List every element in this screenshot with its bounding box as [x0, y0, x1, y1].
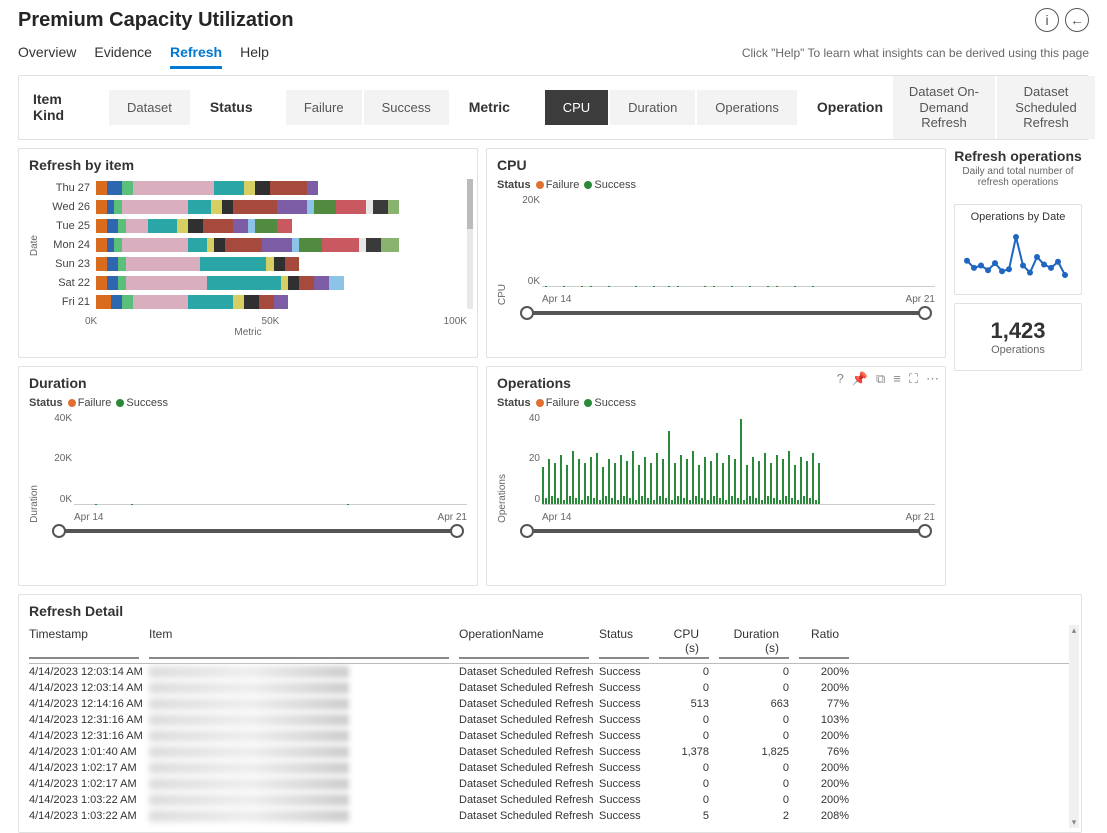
rbi-x-axis-title: Metric — [29, 327, 467, 338]
more-icon[interactable]: ⋯ — [926, 371, 939, 387]
col-timestamp[interactable]: Timestamp — [29, 627, 139, 659]
rbi-xtick-1: 50K — [262, 316, 280, 327]
dot-failure-icon — [536, 399, 544, 407]
side-title: Refresh operations — [954, 148, 1082, 164]
refresh-by-item-title: Refresh by item — [29, 157, 467, 173]
duration-chart[interactable] — [74, 413, 467, 505]
kpi-label: Operations — [961, 344, 1075, 356]
table-row[interactable]: 4/14/2023 1:02:17 AMDataset Scheduled Re… — [29, 760, 1071, 776]
rbi-chart[interactable]: Thu 27Wed 26Tue 25Mon 24Sun 23Sat 22Fri … — [40, 179, 484, 312]
dot-success-icon — [584, 399, 592, 407]
col-duration[interactable]: Duration (s) — [719, 627, 789, 659]
slicer-scheduled[interactable]: Dataset Scheduled Refresh — [997, 76, 1097, 139]
rbi-xtick-2: 100K — [444, 316, 467, 327]
kpi-value: 1,423 — [961, 318, 1075, 344]
focus-icon[interactable]: ⛶ — [909, 371, 918, 387]
detail-header: Timestamp Item OperationName Status CPU … — [29, 625, 1071, 664]
tab-help[interactable]: Help — [240, 36, 269, 69]
page-title: Premium Capacity Utilization — [18, 9, 294, 32]
card-refresh-detail: Refresh Detail Timestamp Item OperationN… — [18, 594, 1082, 833]
slicer-failure[interactable]: Failure — [286, 90, 364, 125]
cpu-title: CPU — [497, 157, 935, 173]
nav-tabs: Overview Evidence Refresh Help — [18, 36, 269, 69]
dot-success-icon — [584, 181, 592, 189]
cpu-y-title: CPU — [497, 254, 508, 305]
detail-title: Refresh Detail — [29, 603, 1071, 619]
slicer-duration[interactable]: Duration — [610, 90, 697, 125]
ops-sparkline[interactable] — [961, 231, 1071, 281]
table-row[interactable]: 4/14/2023 1:01:40 AMDataset Scheduled Re… — [29, 744, 1071, 760]
table-row[interactable]: 4/14/2023 12:03:14 AMDataset Scheduled R… — [29, 680, 1071, 696]
slicer-dataset[interactable]: Dataset — [109, 90, 192, 125]
rbi-xtick-0: 0K — [85, 316, 97, 327]
slicer-operation-label: Operation — [803, 89, 893, 125]
card-kpi-ops: 1,423 Operations — [954, 303, 1082, 371]
tab-overview[interactable]: Overview — [18, 36, 76, 69]
rbi-y-axis-title: Date — [29, 235, 40, 256]
filter-icon[interactable]: ≡ — [893, 371, 901, 387]
table-row[interactable]: 4/14/2023 12:03:14 AMDataset Scheduled R… — [29, 664, 1071, 680]
col-opname[interactable]: OperationName — [459, 627, 589, 659]
slicer-cpu[interactable]: CPU — [545, 90, 610, 125]
card-ops-by-date: Operations by Date — [954, 204, 1082, 295]
operations-range-slider[interactable] — [527, 529, 925, 533]
duration-legend: Status Failure Success — [29, 397, 467, 409]
filter-bar: Item Kind Dataset Status Failure Success… — [18, 75, 1089, 140]
help-hint: Click "Help" To learn what insights can … — [742, 46, 1089, 60]
back-icon[interactable]: ← — [1065, 8, 1089, 32]
col-status[interactable]: Status — [599, 627, 649, 659]
rbi-scrollbar[interactable] — [467, 179, 473, 309]
dot-success-icon — [116, 399, 124, 407]
slicer-ondemand[interactable]: Dataset On-Demand Refresh — [893, 76, 997, 139]
table-row[interactable]: 4/14/2023 1:02:17 AMDataset Scheduled Re… — [29, 776, 1071, 792]
card-refresh-by-item: Refresh by item Date Thu 27Wed 26Tue 25M… — [18, 148, 478, 358]
card-actions: ? 📌 ⧉ ≡ ⛶ ⋯ — [837, 371, 939, 387]
cpu-range-slider[interactable] — [527, 311, 925, 315]
card-cpu: CPU Status Failure Success CPU 20K0K Apr… — [486, 148, 946, 358]
col-item[interactable]: Item — [149, 627, 449, 659]
col-ratio[interactable]: Ratio — [799, 627, 849, 659]
card-operations: ? 📌 ⧉ ≡ ⛶ ⋯ Operations Status Failure Su… — [486, 366, 946, 586]
slicer-item-kind-label: Item Kind — [19, 81, 109, 133]
slicer-status-label: Status — [196, 89, 286, 125]
ops-by-date-title: Operations by Date — [961, 211, 1075, 223]
operations-chart[interactable] — [542, 413, 935, 505]
col-cpu[interactable]: CPU (s) — [659, 627, 709, 659]
duration-y-title: Duration — [29, 455, 40, 523]
detail-rows: 4/14/2023 12:03:14 AMDataset Scheduled R… — [29, 664, 1071, 824]
slicer-metric-label: Metric — [455, 89, 545, 125]
pin-icon[interactable]: 📌 — [852, 371, 868, 387]
dot-failure-icon — [536, 181, 544, 189]
slicer-success[interactable]: Success — [364, 90, 451, 125]
dot-failure-icon — [68, 399, 76, 407]
cpu-chart[interactable] — [542, 195, 935, 287]
detail-scrollbar[interactable]: ▴▾ — [1069, 625, 1079, 828]
copy-icon[interactable]: ⧉ — [876, 371, 885, 387]
table-row[interactable]: 4/14/2023 12:31:16 AMDataset Scheduled R… — [29, 728, 1071, 744]
duration-range-slider[interactable] — [59, 529, 457, 533]
tab-refresh[interactable]: Refresh — [170, 36, 222, 69]
duration-title: Duration — [29, 375, 467, 391]
info-icon[interactable]: i — [1035, 8, 1059, 32]
table-row[interactable]: 4/14/2023 1:03:22 AMDataset Scheduled Re… — [29, 808, 1071, 824]
table-row[interactable]: 4/14/2023 12:31:16 AMDataset Scheduled R… — [29, 712, 1071, 728]
table-row[interactable]: 4/14/2023 1:03:22 AMDataset Scheduled Re… — [29, 792, 1071, 808]
help-icon[interactable]: ? — [837, 371, 844, 387]
operations-legend: Status Failure Success — [497, 397, 935, 409]
card-duration: Duration Status Failure Success Duration… — [18, 366, 478, 586]
cpu-legend: Status Failure Success — [497, 179, 935, 191]
operations-y-title: Operations — [497, 444, 508, 523]
table-row[interactable]: 4/14/2023 12:14:16 AMDataset Scheduled R… — [29, 696, 1071, 712]
tab-evidence[interactable]: Evidence — [94, 36, 152, 69]
side-subtitle: Daily and total number of refresh operat… — [954, 166, 1082, 188]
slicer-operations[interactable]: Operations — [697, 90, 799, 125]
side-header: Refresh operations Daily and total numbe… — [954, 148, 1082, 196]
